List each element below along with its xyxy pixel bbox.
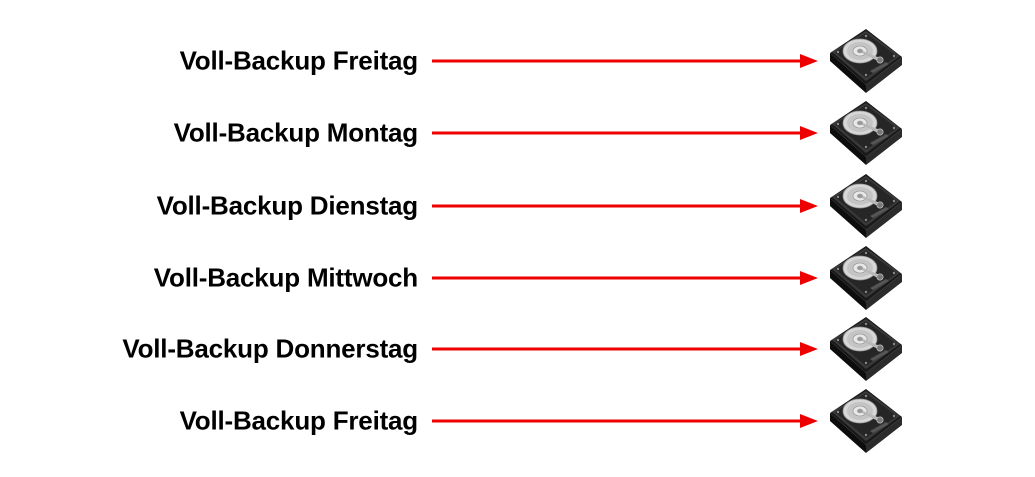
- arrow-right-icon: [432, 199, 818, 213]
- arrow-right-icon: [432, 54, 818, 68]
- backup-row: Voll-Backup Freitag: [0, 31, 1035, 91]
- arrow-right-icon: [432, 271, 818, 285]
- backup-label: Voll-Backup Donnerstag: [122, 333, 418, 364]
- hard-drive-icon: [826, 244, 904, 312]
- hard-drive-icon: [826, 172, 904, 240]
- backup-row: Voll-Backup Montag: [0, 103, 1035, 163]
- arrow-right-icon: [432, 342, 818, 356]
- backup-diagram: Voll-Backup Freitag Voll-Backup Montag Vol…: [0, 0, 1035, 477]
- backup-label: Voll-Backup Mittwoch: [153, 262, 418, 293]
- backup-label: Voll-Backup Freitag: [179, 45, 419, 76]
- hard-drive-icon: [826, 315, 904, 383]
- arrow-right-icon: [432, 126, 818, 140]
- backup-row: Voll-Backup Freitag: [0, 391, 1035, 451]
- hard-drive-icon: [826, 387, 904, 455]
- backup-label: Voll-Backup Freitag: [179, 405, 419, 436]
- backup-label: Voll-Backup Dienstag: [156, 190, 419, 221]
- backup-row: Voll-Backup Mittwoch: [0, 248, 1035, 308]
- backup-row: Voll-Backup Donnerstag: [0, 319, 1035, 379]
- hard-drive-icon: [826, 99, 904, 167]
- arrow-right-icon: [432, 414, 818, 428]
- backup-row: Voll-Backup Dienstag: [0, 176, 1035, 236]
- backup-label: Voll-Backup Montag: [173, 117, 419, 148]
- hard-drive-icon: [826, 27, 904, 95]
